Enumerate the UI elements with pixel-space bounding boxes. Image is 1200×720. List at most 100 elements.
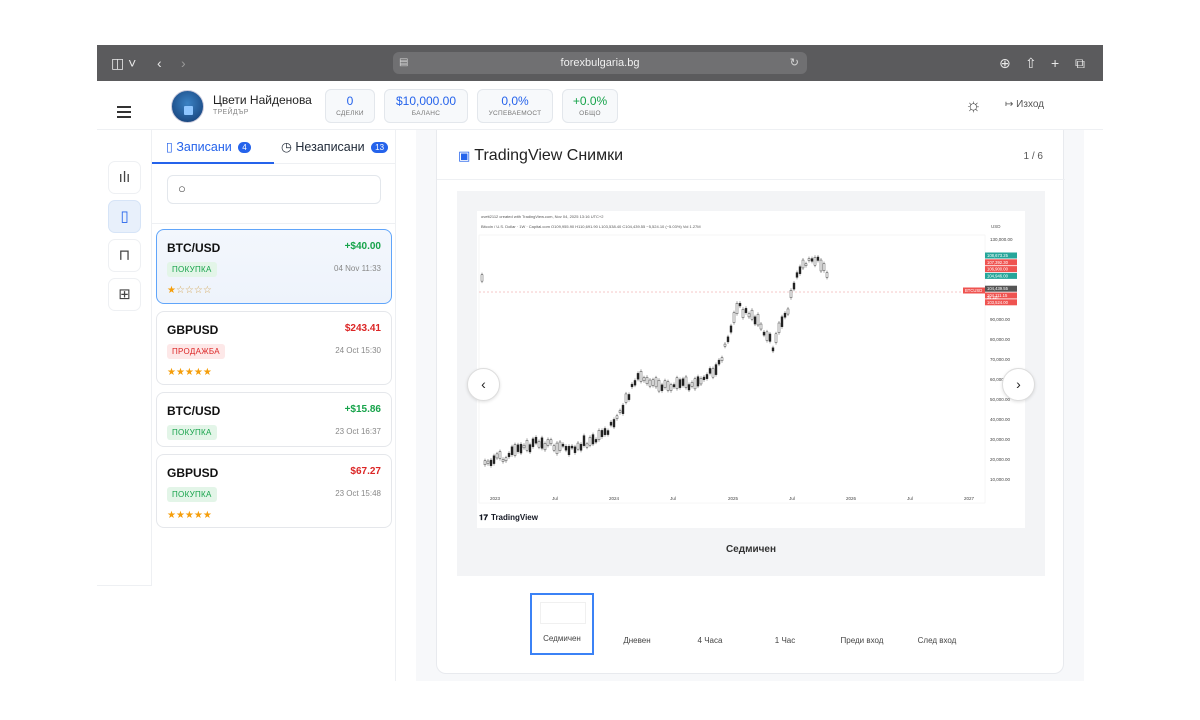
thumbnail-daily[interactable]: Дневен — [605, 593, 669, 655]
user-role: ТРЕЙДЪР — [213, 109, 249, 116]
theme-toggle-icon[interactable]: ☼ — [965, 96, 982, 114]
tab-unrecorded[interactable]: ◷ Незаписани 13 — [281, 139, 389, 154]
header: Цвети Найденова ТРЕЙДЪР 0 СДЕЛКИ $10,000… — [97, 81, 1103, 130]
candle-body — [672, 384, 676, 388]
menu-icon[interactable] — [117, 106, 131, 121]
candle-body — [723, 343, 727, 347]
candle-body — [600, 430, 604, 438]
address-bar[interactable]: ▤ forexbulgaria.bg ↻ — [393, 52, 807, 74]
tabs-overview-icon[interactable]: ⧉ — [1075, 53, 1085, 73]
price-tick-label: 70,000.00 — [990, 357, 1011, 362]
candle-body — [507, 452, 511, 458]
candle-body — [726, 336, 730, 343]
thumbnail-label: Седмичен — [543, 634, 581, 643]
candle-body — [717, 359, 721, 365]
trade-side-badge: ПОКУПКА — [167, 487, 217, 502]
stat-balance: $10,000.00 БАЛАНС — [384, 89, 468, 123]
candle-body — [810, 258, 814, 262]
next-button[interactable]: › — [1002, 368, 1035, 401]
candle-body — [750, 309, 754, 320]
stat-value: +0.0% — [572, 94, 608, 108]
candle-body — [762, 331, 766, 336]
candle-body — [483, 460, 487, 466]
nav-journal-icon[interactable]: ▯ — [108, 200, 141, 233]
thumbnail-4h[interactable]: 4 Часа — [678, 593, 742, 655]
tradingview-chart: ovett2112 created with TradingView.com, … — [477, 211, 1025, 528]
thumbnail-1h[interactable]: 1 Час — [753, 593, 817, 655]
logout-button[interactable]: ↦ Изход — [1005, 99, 1044, 110]
price-tag-text: 106,900.00 — [987, 267, 1009, 272]
candle-body — [801, 259, 805, 269]
candle-body — [759, 323, 763, 330]
tab-label: Записани — [176, 140, 232, 154]
chevron-right-icon: › — [1016, 376, 1021, 392]
thumbnail-preview — [761, 600, 807, 622]
trade-date: 23 Oct 16:37 — [335, 427, 381, 436]
trade-card[interactable]: GBPUSD $67.27 ПОКУПКА 23 Oct 15:48 ★★★★★ — [156, 454, 392, 528]
candle-body — [636, 373, 640, 380]
clock-icon: ◷ — [281, 140, 292, 154]
new-tab-icon[interactable]: + — [1051, 53, 1059, 73]
snapshot-caption: Седмичен — [725, 544, 777, 555]
forward-icon[interactable]: › — [181, 53, 186, 73]
nav-book-icon[interactable]: ⊓ — [108, 239, 141, 272]
candle-body — [708, 368, 712, 374]
candle-body — [714, 364, 718, 375]
share-icon[interactable]: ⇧ — [1025, 53, 1037, 73]
candle-body — [489, 459, 493, 466]
reload-icon[interactable]: ↻ — [790, 52, 799, 74]
thumbnail-label: 1 Час — [774, 636, 796, 645]
candle-body — [783, 312, 787, 318]
candle-body — [645, 376, 649, 384]
candle-body — [486, 460, 490, 464]
candle-body — [618, 410, 622, 413]
nav-briefcase-icon[interactable]: ⊞ — [108, 278, 141, 311]
tradingview-snapshot: ovett2112 created with TradingView.com, … — [477, 211, 1025, 528]
thumbnail-weekly[interactable]: Седмичен — [530, 593, 594, 655]
candle-body — [651, 379, 655, 386]
candle-body — [792, 282, 796, 290]
trade-card[interactable]: BTC/USD +$40.00 ПОКУПКА 04 Nov 11:33 ★☆☆… — [156, 229, 392, 304]
candle-body — [666, 381, 670, 391]
divider — [152, 223, 396, 224]
avatar — [171, 90, 204, 123]
stat-trades: 0 СДЕЛКИ — [325, 89, 375, 123]
tab-count-badge: 4 — [238, 142, 251, 153]
thumbnail-before-entry[interactable]: Преди вход — [830, 593, 894, 655]
trade-pnl: +$40.00 — [344, 241, 381, 252]
time-tick-label: Jul — [789, 496, 795, 501]
sidebar-toggle-icon[interactable]: ◫ ˅ — [111, 53, 136, 73]
tab-recorded[interactable]: ▯ Записани 4 — [166, 139, 251, 154]
candle-body — [627, 394, 631, 400]
url-text: forexbulgaria.bg — [560, 57, 640, 69]
snapshot-counter: 1 / 6 — [1023, 151, 1043, 162]
candle-body — [813, 257, 817, 266]
candle-body — [753, 316, 757, 325]
search-input[interactable]: ○ — [167, 175, 381, 204]
candle-body — [684, 376, 688, 388]
candle-body — [735, 302, 739, 314]
nav-analytics-icon[interactable]: ılı — [108, 161, 141, 194]
trade-card[interactable]: BTC/USD +$15.86 ПОКУПКА 23 Oct 16:37 — [156, 392, 392, 447]
candle-body — [642, 377, 646, 382]
tab-bar: ▯ Записани 4 ◷ Незаписани 13 — [152, 130, 396, 164]
candle-body — [567, 445, 571, 456]
candle-body — [729, 325, 733, 333]
price-tick-label: 50,000.00 — [990, 397, 1011, 402]
download-icon[interactable]: ⊕ — [999, 53, 1011, 73]
stat-winrate: 0,0% УСПЕВАЕМОСТ — [477, 89, 553, 123]
thumbnail-after-entry[interactable]: След вход — [905, 593, 969, 655]
time-tick-label: Jul — [552, 496, 558, 501]
time-tick-label: 2023 — [490, 496, 501, 501]
candle-body — [699, 378, 703, 385]
candle-body — [795, 272, 799, 278]
candle-body — [606, 430, 610, 435]
candle-body — [609, 421, 613, 426]
candle-body — [558, 441, 562, 451]
trade-card[interactable]: GBPUSD $243.41 ПРОДАЖБА 24 Oct 15:30 ★★★… — [156, 311, 392, 385]
candle-body — [690, 382, 694, 387]
back-icon[interactable]: ‹ — [157, 53, 162, 73]
candle-body — [768, 333, 772, 342]
tradingview-brand: TradingView — [491, 513, 539, 522]
prev-button[interactable]: ‹ — [467, 368, 500, 401]
